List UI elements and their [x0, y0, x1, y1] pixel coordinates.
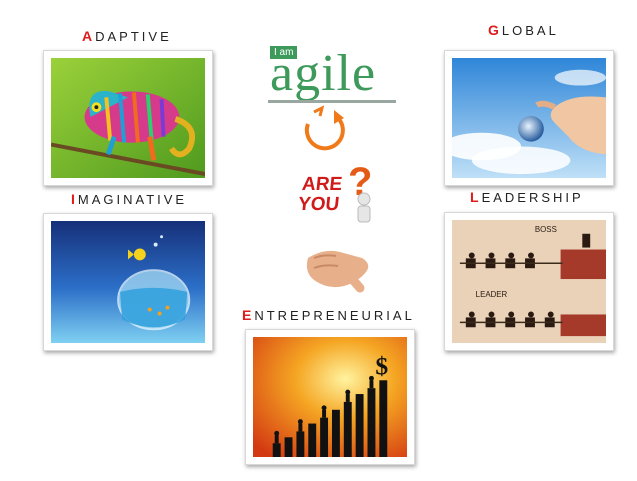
- leader-text: LEADER: [476, 290, 508, 299]
- label-entrepreneurial: ENTREPRENEURIAL: [242, 307, 415, 323]
- chameleon-illustration: [51, 58, 205, 178]
- boss-vs-leader-image-card: BOSS LEADER: [444, 212, 614, 351]
- pointing-hand-icon: [306, 250, 369, 293]
- label-leadership: LEADERSHIP: [470, 189, 584, 205]
- globe-hand-image-card: [444, 50, 614, 186]
- fishbowl-illustration: [51, 221, 205, 343]
- label-adaptive: ADAPTIVE: [82, 28, 172, 44]
- dollar-sign: $: [375, 351, 388, 380]
- word-rest: DAPTIVE: [95, 29, 172, 44]
- are-you-graphic: ARE YOU ?: [288, 160, 388, 226]
- you-text: YOU: [296, 194, 341, 215]
- label-imaginative: IMAGINATIVE: [71, 191, 187, 207]
- globe-hand-illustration: [452, 58, 606, 178]
- initial-letter: G: [488, 22, 502, 38]
- boss-text: BOSS: [535, 225, 557, 234]
- logo-cycle-icon: [304, 105, 345, 151]
- word-rest: LOBAL: [501, 23, 559, 38]
- logo-underline: [268, 100, 396, 103]
- word-rest: EADERSHIP: [481, 190, 584, 205]
- initial-letter: L: [470, 189, 482, 205]
- growth-stairs-image-card: $: [245, 329, 415, 465]
- word-rest: NTREPRENEURIAL: [254, 308, 415, 323]
- boss-vs-leader-illustration: BOSS LEADER: [452, 220, 606, 343]
- initial-letter: E: [242, 307, 255, 323]
- initial-letter: A: [82, 28, 96, 44]
- word-rest: MAGINATIVE: [77, 192, 188, 207]
- chameleon-image-card: [43, 50, 213, 186]
- fishbowl-image-card: [43, 213, 213, 351]
- label-global: GLOBAL: [488, 22, 559, 38]
- logo-word: agile: [270, 45, 377, 102]
- are-text: ARE: [300, 174, 344, 195]
- initial-letter: I: [71, 191, 78, 207]
- thinking-figure-icon: [357, 192, 371, 223]
- growth-stairs-illustration: $: [253, 337, 407, 457]
- i-am-agile-logo: I am agile: [264, 44, 400, 154]
